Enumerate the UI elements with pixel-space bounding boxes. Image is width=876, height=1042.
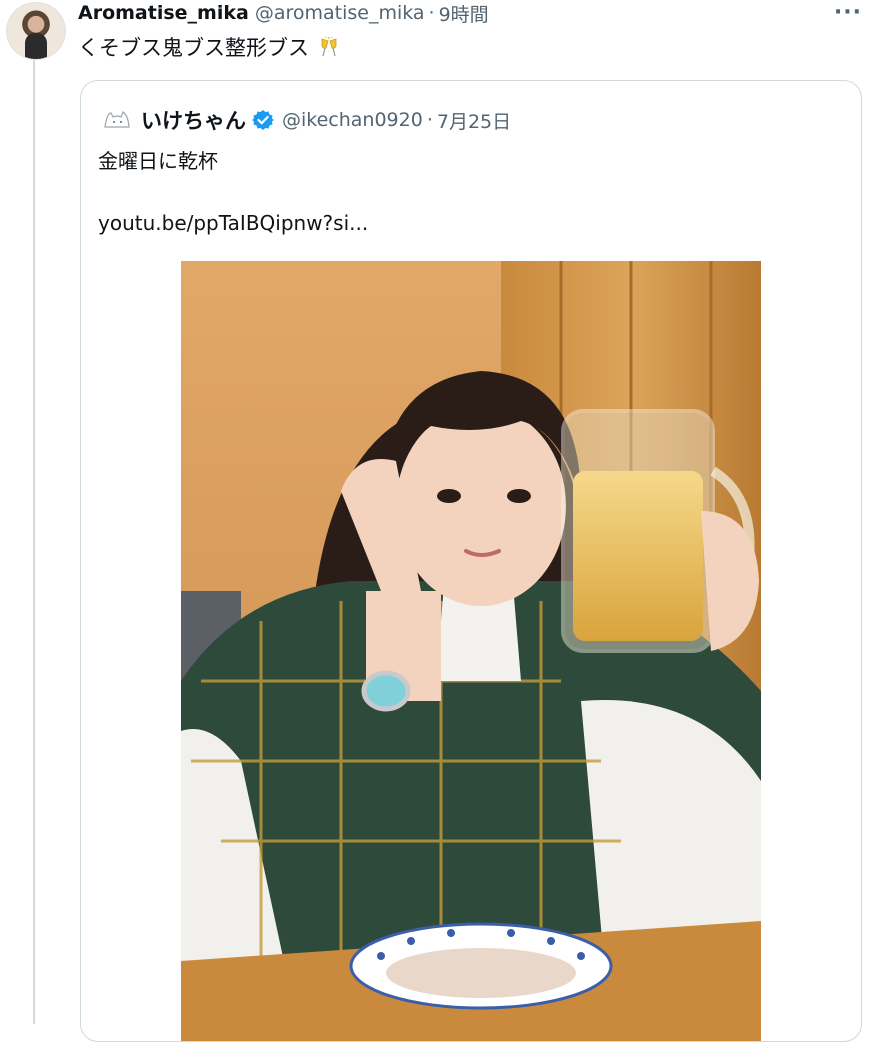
quoted-author-name[interactable]: いけちゃん [141,105,246,135]
separator-dot: · [428,2,435,24]
quoted-tweet-link[interactable]: youtu.be/ppTaIBQipnw?si... [98,211,368,235]
verified-badge-icon [252,109,274,131]
tweet-header: Aromatise_mika @aromatise_mika · 9時間 [78,0,489,26]
quoted-tweet-text: 金曜日に乾杯 [98,149,218,173]
tweet-time[interactable]: 9時間 [439,0,489,27]
author-handle[interactable]: @aromatise_mika [255,2,425,24]
quoted-tweet-header: いけちゃん @ikechan0920 · 7月25日 [101,105,511,135]
tweet-text-content: くそブス鬼ブス整形ブス [78,36,309,60]
quoted-tweet-date[interactable]: 7月25日 [437,107,511,134]
quoted-author-avatar[interactable] [101,107,133,133]
champagne-toast-icon [316,36,342,58]
woman-with-beer-mug-photo[interactable] [181,261,761,1041]
more-options-button[interactable]: ··· [834,0,862,25]
avatar[interactable] [6,2,66,60]
thread-line [33,60,35,1024]
tweet-text: くそブス鬼ブス整形ブス [78,32,342,62]
quoted-author-handle[interactable]: @ikechan0920 [282,109,423,131]
quoted-tweet-card[interactable]: いけちゃん @ikechan0920 · 7月25日 金曜日に乾杯 youtu.… [80,80,862,1042]
author-name[interactable]: Aromatise_mika [78,2,249,24]
separator-dot: · [426,109,433,131]
